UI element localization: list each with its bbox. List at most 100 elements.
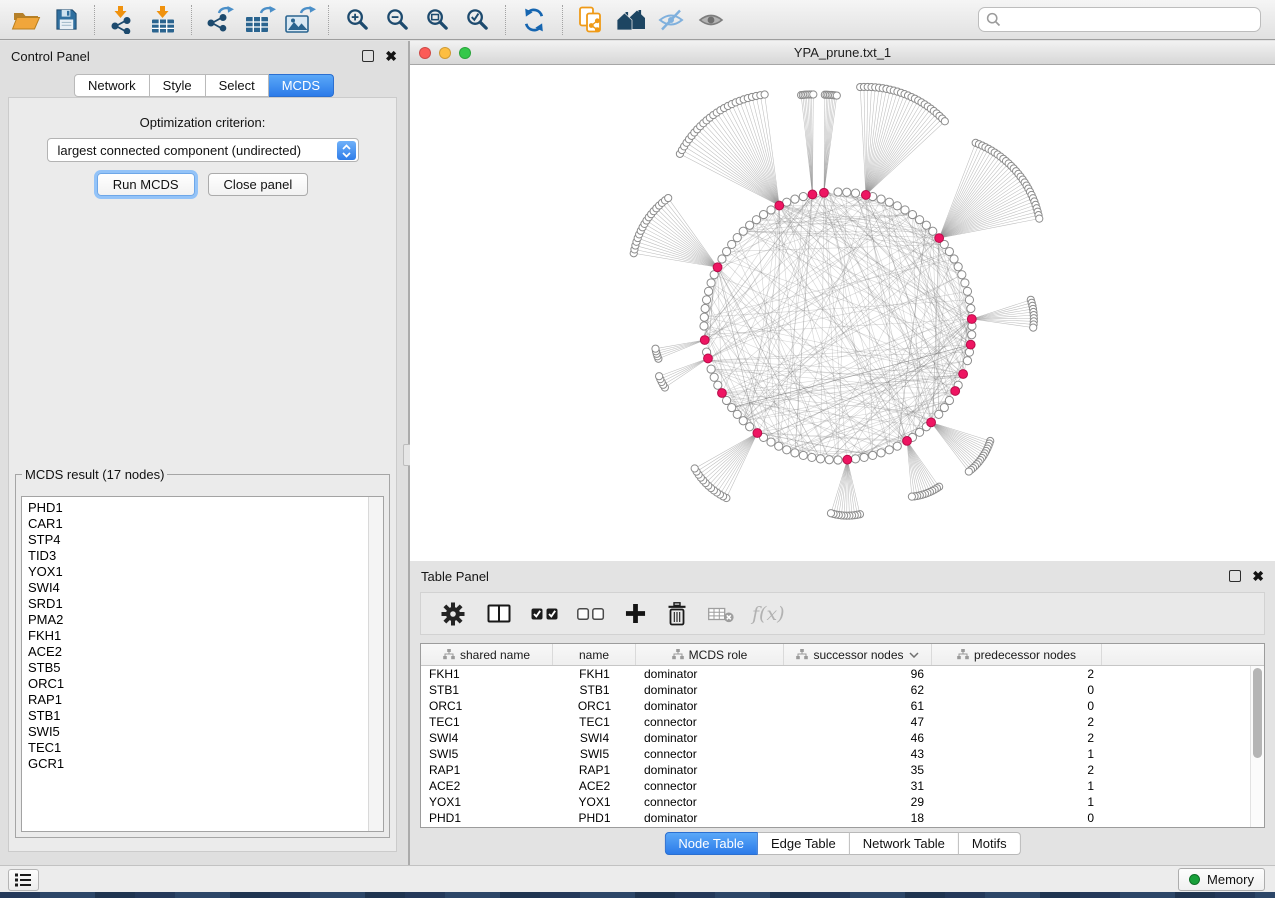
tab-node-table[interactable]: Node Table (664, 832, 758, 855)
tab-network-table[interactable]: Network Table (850, 832, 959, 855)
table-row[interactable]: SWI5SWI5connector431 (421, 746, 1251, 762)
table-options-icon[interactable] (441, 597, 465, 631)
table-row[interactable]: TEC1TEC1connector472 (421, 714, 1251, 730)
mcds-result-item[interactable]: TEC1 (28, 740, 368, 756)
tab-motifs[interactable]: Motifs (959, 832, 1021, 855)
hide-selected-icon[interactable] (653, 4, 689, 36)
float-window-icon[interactable] (362, 50, 374, 62)
shared-column-icon (443, 649, 455, 660)
table-cell: dominator (636, 731, 784, 745)
table-cell: STB1 (553, 683, 636, 697)
mcds-result-item[interactable]: PMA2 (28, 612, 368, 628)
criterion-select[interactable]: largest connected component (undirected) (47, 138, 359, 162)
maximize-window-icon[interactable] (459, 47, 471, 59)
clear-all-checks-icon[interactable] (577, 597, 605, 631)
search-input[interactable] (1006, 11, 1253, 28)
mcds-result-item[interactable]: STP4 (28, 532, 368, 548)
task-history-button[interactable] (8, 869, 39, 891)
mcds-result-item[interactable]: SWI4 (28, 580, 368, 596)
zoom-in-icon[interactable] (339, 4, 375, 36)
import-table-icon[interactable] (145, 4, 181, 36)
column-header-MCDS-role[interactable]: MCDS role (636, 644, 784, 665)
zoom-out-icon[interactable] (379, 4, 415, 36)
column-header-predecessor-nodes[interactable]: predecessor nodes (932, 644, 1102, 665)
toolbar-separator (328, 5, 329, 35)
run-mcds-button[interactable]: Run MCDS (97, 173, 195, 196)
column-header-shared-name[interactable]: shared name (421, 644, 553, 665)
mcds-result-item[interactable]: SRD1 (28, 596, 368, 612)
show-all-icon[interactable] (693, 4, 729, 36)
clone-network-icon[interactable] (573, 4, 609, 36)
control-panel-title: Control Panel (11, 49, 90, 64)
mcds-button-row: Run MCDS Close panel (9, 173, 396, 196)
table-scrollbar[interactable] (1250, 666, 1264, 827)
save-session-icon[interactable] (48, 4, 84, 36)
close-window-icon[interactable] (419, 47, 431, 59)
refresh-network-icon[interactable] (516, 4, 552, 36)
table-panel: Table Panel ✖ (410, 561, 1275, 865)
mcds-list-scrollbar[interactable] (368, 497, 383, 831)
tab-mcds[interactable]: MCDS (269, 74, 334, 97)
tab-select[interactable]: Select (206, 74, 269, 97)
tab-edge-table[interactable]: Edge Table (758, 832, 850, 855)
mcds-result-item[interactable]: YOX1 (28, 564, 368, 580)
table-row[interactable]: ORC1ORC1dominator610 (421, 698, 1251, 714)
mcds-result-item[interactable]: TID3 (28, 548, 368, 564)
table-cell: PHD1 (553, 811, 636, 825)
zoom-selected-icon[interactable] (459, 4, 495, 36)
table-cell: 2 (932, 731, 1102, 745)
column-header-successor-nodes[interactable]: successor nodes (784, 644, 932, 665)
tab-network[interactable]: Network (74, 74, 150, 97)
show-columns-icon[interactable] (487, 597, 511, 631)
delete-icon[interactable] (666, 597, 688, 631)
close-panel-icon[interactable]: ✖ (1252, 569, 1264, 583)
mcds-result-item[interactable]: SWI5 (28, 724, 368, 740)
select-all-checks-icon[interactable] (531, 597, 559, 631)
search-box (978, 7, 1261, 32)
control-panel-tabs: NetworkStyleSelectMCDS (74, 74, 334, 97)
table-row[interactable]: PHD1PHD1dominator180 (421, 810, 1251, 826)
column-header-name[interactable]: name (553, 644, 636, 665)
table-row[interactable]: RAP1RAP1dominator352 (421, 762, 1251, 778)
table-cell: 2 (932, 763, 1102, 777)
mcds-result-item[interactable]: STB5 (28, 660, 368, 676)
mcds-result-item[interactable]: GCR1 (28, 756, 368, 772)
table-row[interactable]: STB1STB1dominator620 (421, 682, 1251, 698)
mcds-result-item[interactable]: FKH1 (28, 628, 368, 644)
mcds-result-item[interactable]: CAR1 (28, 516, 368, 532)
table-cell: 2 (932, 715, 1102, 729)
memory-button[interactable]: Memory (1178, 868, 1265, 891)
table-cell: connector (636, 715, 784, 729)
mcds-result-item[interactable]: ORC1 (28, 676, 368, 692)
mcds-result-item[interactable]: PHD1 (28, 500, 368, 516)
float-window-icon[interactable] (1229, 570, 1241, 582)
mcds-result-list: PHD1CAR1STP4TID3YOX1SWI4SRD1PMA2FKH1ACE2… (22, 497, 368, 831)
sort-chevron-icon[interactable] (909, 652, 919, 658)
table-row[interactable]: SWI4SWI4dominator462 (421, 730, 1251, 746)
mcds-result-item[interactable]: ACE2 (28, 644, 368, 660)
export-image-icon[interactable] (282, 4, 318, 36)
export-table-icon[interactable] (242, 4, 278, 36)
table-row[interactable]: YOX1YOX1connector291 (421, 794, 1251, 810)
close-panel-icon[interactable]: ✖ (385, 49, 397, 63)
add-icon[interactable] (625, 597, 646, 631)
close-panel-button[interactable]: Close panel (208, 173, 309, 196)
export-network-icon[interactable] (202, 4, 238, 36)
minimize-window-icon[interactable] (439, 47, 451, 59)
mcds-result-item[interactable]: RAP1 (28, 692, 368, 708)
table-row[interactable]: FKH1FKH1dominator962 (421, 666, 1251, 682)
import-network-icon[interactable] (105, 4, 141, 36)
open-file-icon[interactable] (8, 4, 44, 36)
table-cell: 62 (784, 683, 932, 697)
table-cell: 46 (784, 731, 932, 745)
first-neighbors-icon[interactable] (613, 4, 649, 36)
zoom-fit-icon[interactable] (419, 4, 455, 36)
table-scrollbar-thumb[interactable] (1253, 668, 1262, 758)
tab-style[interactable]: Style (150, 74, 206, 97)
table-row[interactable]: ACE2ACE2connector311 (421, 778, 1251, 794)
table-cell: 0 (932, 699, 1102, 713)
mcds-result-item[interactable]: STB1 (28, 708, 368, 724)
network-canvas-svg[interactable] (410, 65, 1275, 561)
table-cell: 0 (932, 811, 1102, 825)
table-cell: 31 (784, 779, 932, 793)
